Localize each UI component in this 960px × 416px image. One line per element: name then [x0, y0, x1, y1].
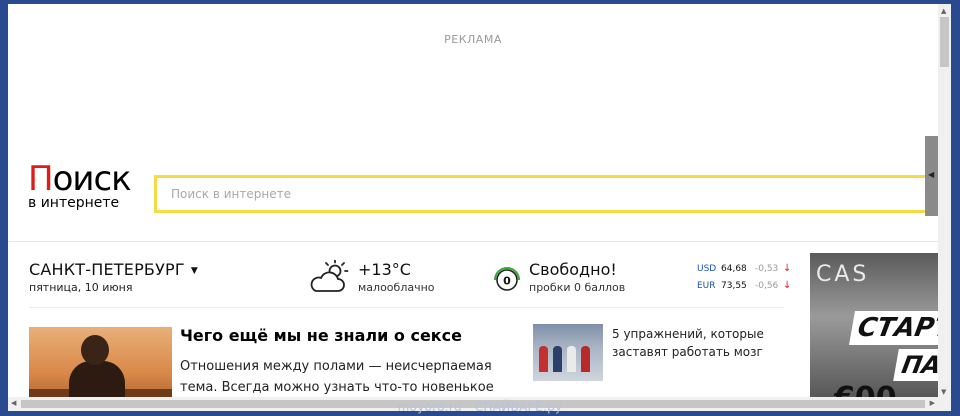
browser-viewport: РЕКЛАМА Поиск в интернете ◀ САНКТ-ПЕТЕРБ… [8, 4, 951, 411]
logo-title: Поиск [28, 159, 132, 199]
scroll-down-icon[interactable]: ▼ [941, 388, 946, 396]
side-news-image[interactable] [533, 324, 603, 381]
side-news-link[interactable]: 5 упражнений, которые заставят работать … [612, 325, 772, 361]
currency-value: 73,55 [721, 280, 747, 291]
watermark: moyoro.ru - СПАЙВАРЕ.ру [397, 400, 563, 414]
logo-title-rest: оиск [52, 159, 132, 199]
traffic-level: 0 [503, 275, 511, 288]
news-title-link[interactable]: Чего ещё мы не знали о сексе [180, 326, 462, 345]
city-widget[interactable]: САНКТ-ПЕТЕРБУРГ ▼ пятница, 10 июня [29, 260, 198, 294]
city-name[interactable]: САНКТ-ПЕТЕРБУРГ [29, 260, 185, 279]
traffic-status[interactable]: Свободно! [529, 260, 617, 279]
rate-row-usd[interactable]: USD 64,68 -0,53 ↓ [697, 260, 791, 277]
currency-change: -0,53 [755, 263, 779, 274]
side-news-image-person [539, 346, 548, 372]
logo-first-letter: П [28, 159, 54, 199]
currency-rates[interactable]: USD 64,68 -0,53 ↓ EUR 73,55 -0,56 ↓ [697, 260, 791, 294]
logo-subtitle: в интернете [28, 195, 120, 211]
vertical-scrollbar[interactable]: ▲ ▼ [938, 4, 951, 397]
side-panel-toggle[interactable]: ◀ [925, 136, 938, 216]
currency-change: -0,56 [755, 280, 779, 291]
traffic-level-icon: 0 [494, 267, 520, 291]
banner-text-1: СТАРТ [849, 311, 938, 345]
traffic-description: пробки 0 баллов [529, 281, 626, 294]
search-input[interactable] [157, 178, 927, 210]
search-box[interactable] [154, 175, 930, 213]
side-news-image-person [581, 346, 590, 372]
banner-text-2: ПА [893, 349, 938, 381]
arrow-down-icon: ↓ [783, 263, 792, 274]
news-snippet[interactable]: Отношения между полами — неисчерпаемая т… [180, 356, 500, 398]
side-news-image-person [567, 346, 576, 372]
currency-code: EUR [697, 280, 716, 291]
vertical-scroll-thumb[interactable] [940, 17, 949, 67]
divider [8, 241, 938, 242]
weather-description: малооблачно [358, 281, 435, 294]
banner-brand: CAS [816, 262, 870, 287]
ad-banner[interactable]: CAS СТАРТ ПА €00 [810, 253, 938, 411]
currency-value: 64,68 [721, 263, 747, 274]
scroll-up-icon[interactable]: ▲ [941, 7, 946, 15]
chevron-down-icon[interactable]: ▼ [191, 266, 198, 276]
sun-cloud-icon [310, 260, 349, 292]
rate-row-eur[interactable]: EUR 73,55 -0,56 ↓ [697, 277, 791, 294]
weather-temperature[interactable]: +13°C [358, 260, 411, 279]
arrow-left-icon: ◀ [928, 170, 935, 179]
site-logo[interactable]: Поиск в интернете [28, 159, 138, 217]
news-image-head [81, 335, 109, 365]
arrow-down-icon: ↓ [783, 280, 792, 291]
ad-label: РЕКЛАМА [444, 33, 502, 46]
current-date: пятница, 10 июня [29, 281, 133, 294]
side-news-image-person [553, 346, 562, 372]
currency-code: USD [697, 263, 717, 274]
divider [29, 307, 784, 308]
